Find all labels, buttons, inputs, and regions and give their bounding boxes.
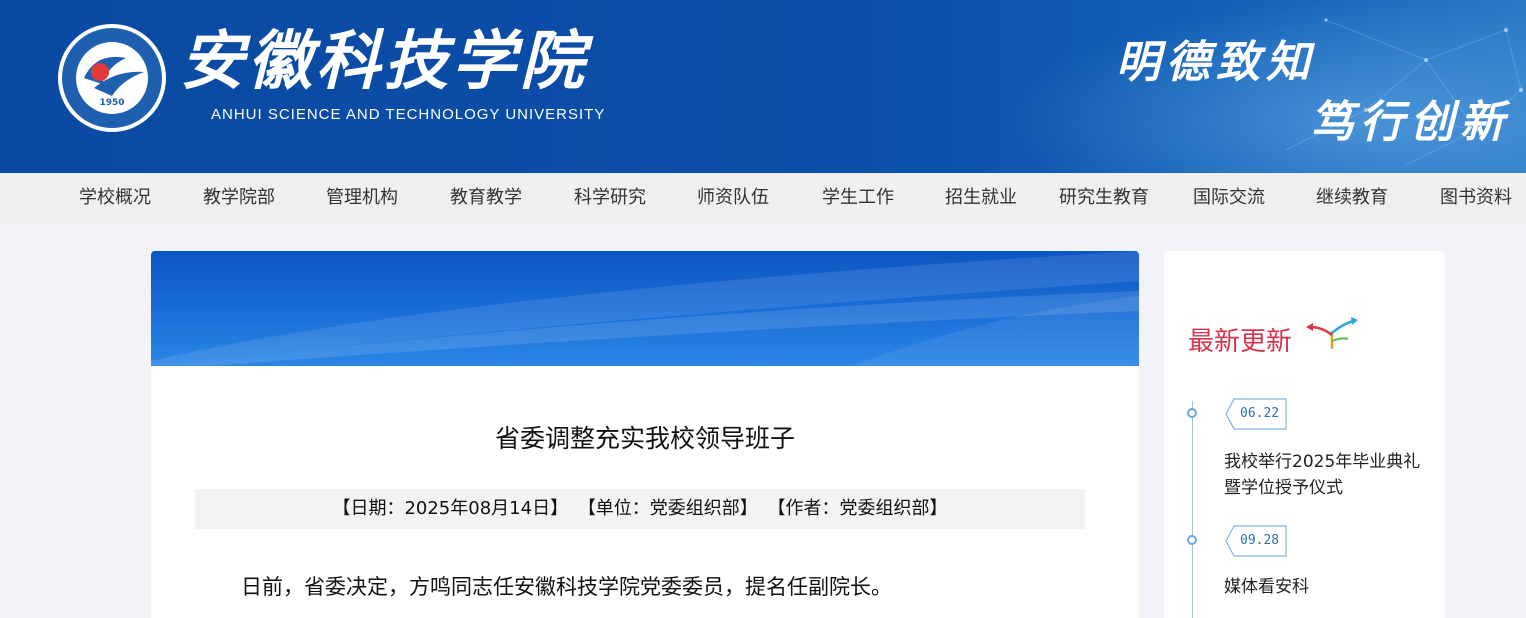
nav-item-student-affairs[interactable]: 学生工作 <box>822 173 894 223</box>
university-emblem-logo[interactable]: 1950 <box>56 22 168 134</box>
nav-item-graduate[interactable]: 研究生教育 <box>1059 173 1149 223</box>
emblem-year-text: 1950 <box>99 98 124 108</box>
news-item-link[interactable]: 媒体看安科 <box>1224 574 1424 600</box>
news-date: 06.22 <box>1240 406 1280 421</box>
nav-item-international[interactable]: 国际交流 <box>1193 173 1265 223</box>
banner-wave-decoration <box>151 251 1139 366</box>
main-nav: 学校概况 教学院部 管理机构 教育教学 科学研究 师资队伍 学生工作 招生就业 … <box>0 173 1526 223</box>
article-banner <box>151 251 1139 366</box>
nav-item-school-overview[interactable]: 学校概况 <box>79 173 151 223</box>
latest-updates-sidebar: 最新更新 06.22 我校举行2025年毕业典礼暨学位授予仪式 09.28 媒体… <box>1164 251 1445 618</box>
nav-item-library[interactable]: 图书资料 <box>1440 173 1512 223</box>
university-name-cn[interactable]: 安徽科技学院 <box>180 22 588 102</box>
news-date-tag: 06.22 <box>1224 398 1288 430</box>
nav-item-continuing-education[interactable]: 继续教育 <box>1316 173 1388 223</box>
timeline-dot <box>1187 408 1197 418</box>
site-header: 1950 安徽科技学院 ANHUI SCIENCE AND TECHNOLOGY… <box>0 0 1526 173</box>
motto-line-1: 明德致知 <box>1116 37 1316 88</box>
timeline-line <box>1192 401 1193 618</box>
university-name-en: ANHUI SCIENCE AND TECHNOLOGY UNIVERSITY <box>211 106 606 123</box>
nav-item-administration[interactable]: 管理机构 <box>326 173 398 223</box>
arrows-branch-icon <box>1306 317 1358 349</box>
nav-item-teaching-departments[interactable]: 教学院部 <box>203 173 275 223</box>
nav-item-faculty[interactable]: 师资队伍 <box>697 173 769 223</box>
article-title: 省委调整充实我校领导班子 <box>494 424 795 453</box>
article-unit: 【单位：党委组织部】 <box>577 498 758 519</box>
article-author: 【作者：党委组织部】 <box>767 498 948 519</box>
latest-updates-heading: 最新更新 <box>1188 327 1293 357</box>
nav-item-education[interactable]: 教育教学 <box>450 173 522 223</box>
article-meta: 【日期：2025年08月14日】 【单位：党委组织部】 【作者：党委组织部】 <box>195 489 1085 529</box>
article-card: 省委调整充实我校领导班子 【日期：2025年08月14日】 【单位：党委组织部】… <box>151 251 1139 618</box>
nav-item-research[interactable]: 科学研究 <box>574 173 646 223</box>
article-body-text: 日前，省委决定，方鸣同志任安徽科技学院党委委员，提名任副院长。 <box>241 575 892 599</box>
news-date-tag: 09.28 <box>1224 525 1288 557</box>
news-item-link[interactable]: 我校举行2025年毕业典礼暨学位授予仪式 <box>1224 449 1424 501</box>
news-date: 09.28 <box>1240 533 1280 548</box>
nav-item-admissions[interactable]: 招生就业 <box>945 173 1017 223</box>
motto-line-2: 笃行创新 <box>1310 97 1510 148</box>
timeline-dot <box>1187 535 1197 545</box>
article-date: 【日期：2025年08月14日】 <box>332 498 569 519</box>
